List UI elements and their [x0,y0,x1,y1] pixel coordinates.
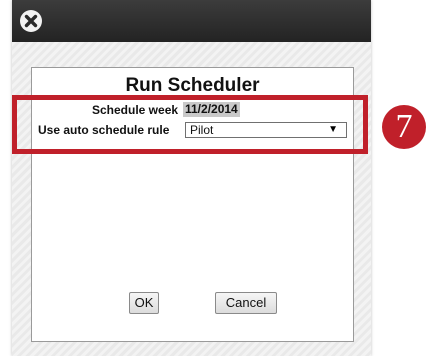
step-number-badge: 7 [382,105,426,149]
ok-button[interactable]: OK [129,292,159,314]
run-scheduler-dialog: Run Scheduler Schedule week 11/2/2014 Us… [12,0,371,356]
dialog-titlebar [12,0,371,42]
close-icon [20,10,42,32]
cancel-button[interactable]: Cancel [215,292,277,314]
screenshot-stage: Run Scheduler Schedule week 11/2/2014 Us… [0,0,435,356]
close-button[interactable] [16,6,46,36]
dialog-title: Run Scheduler [125,75,260,96]
annotation-highlight-box [12,95,368,154]
